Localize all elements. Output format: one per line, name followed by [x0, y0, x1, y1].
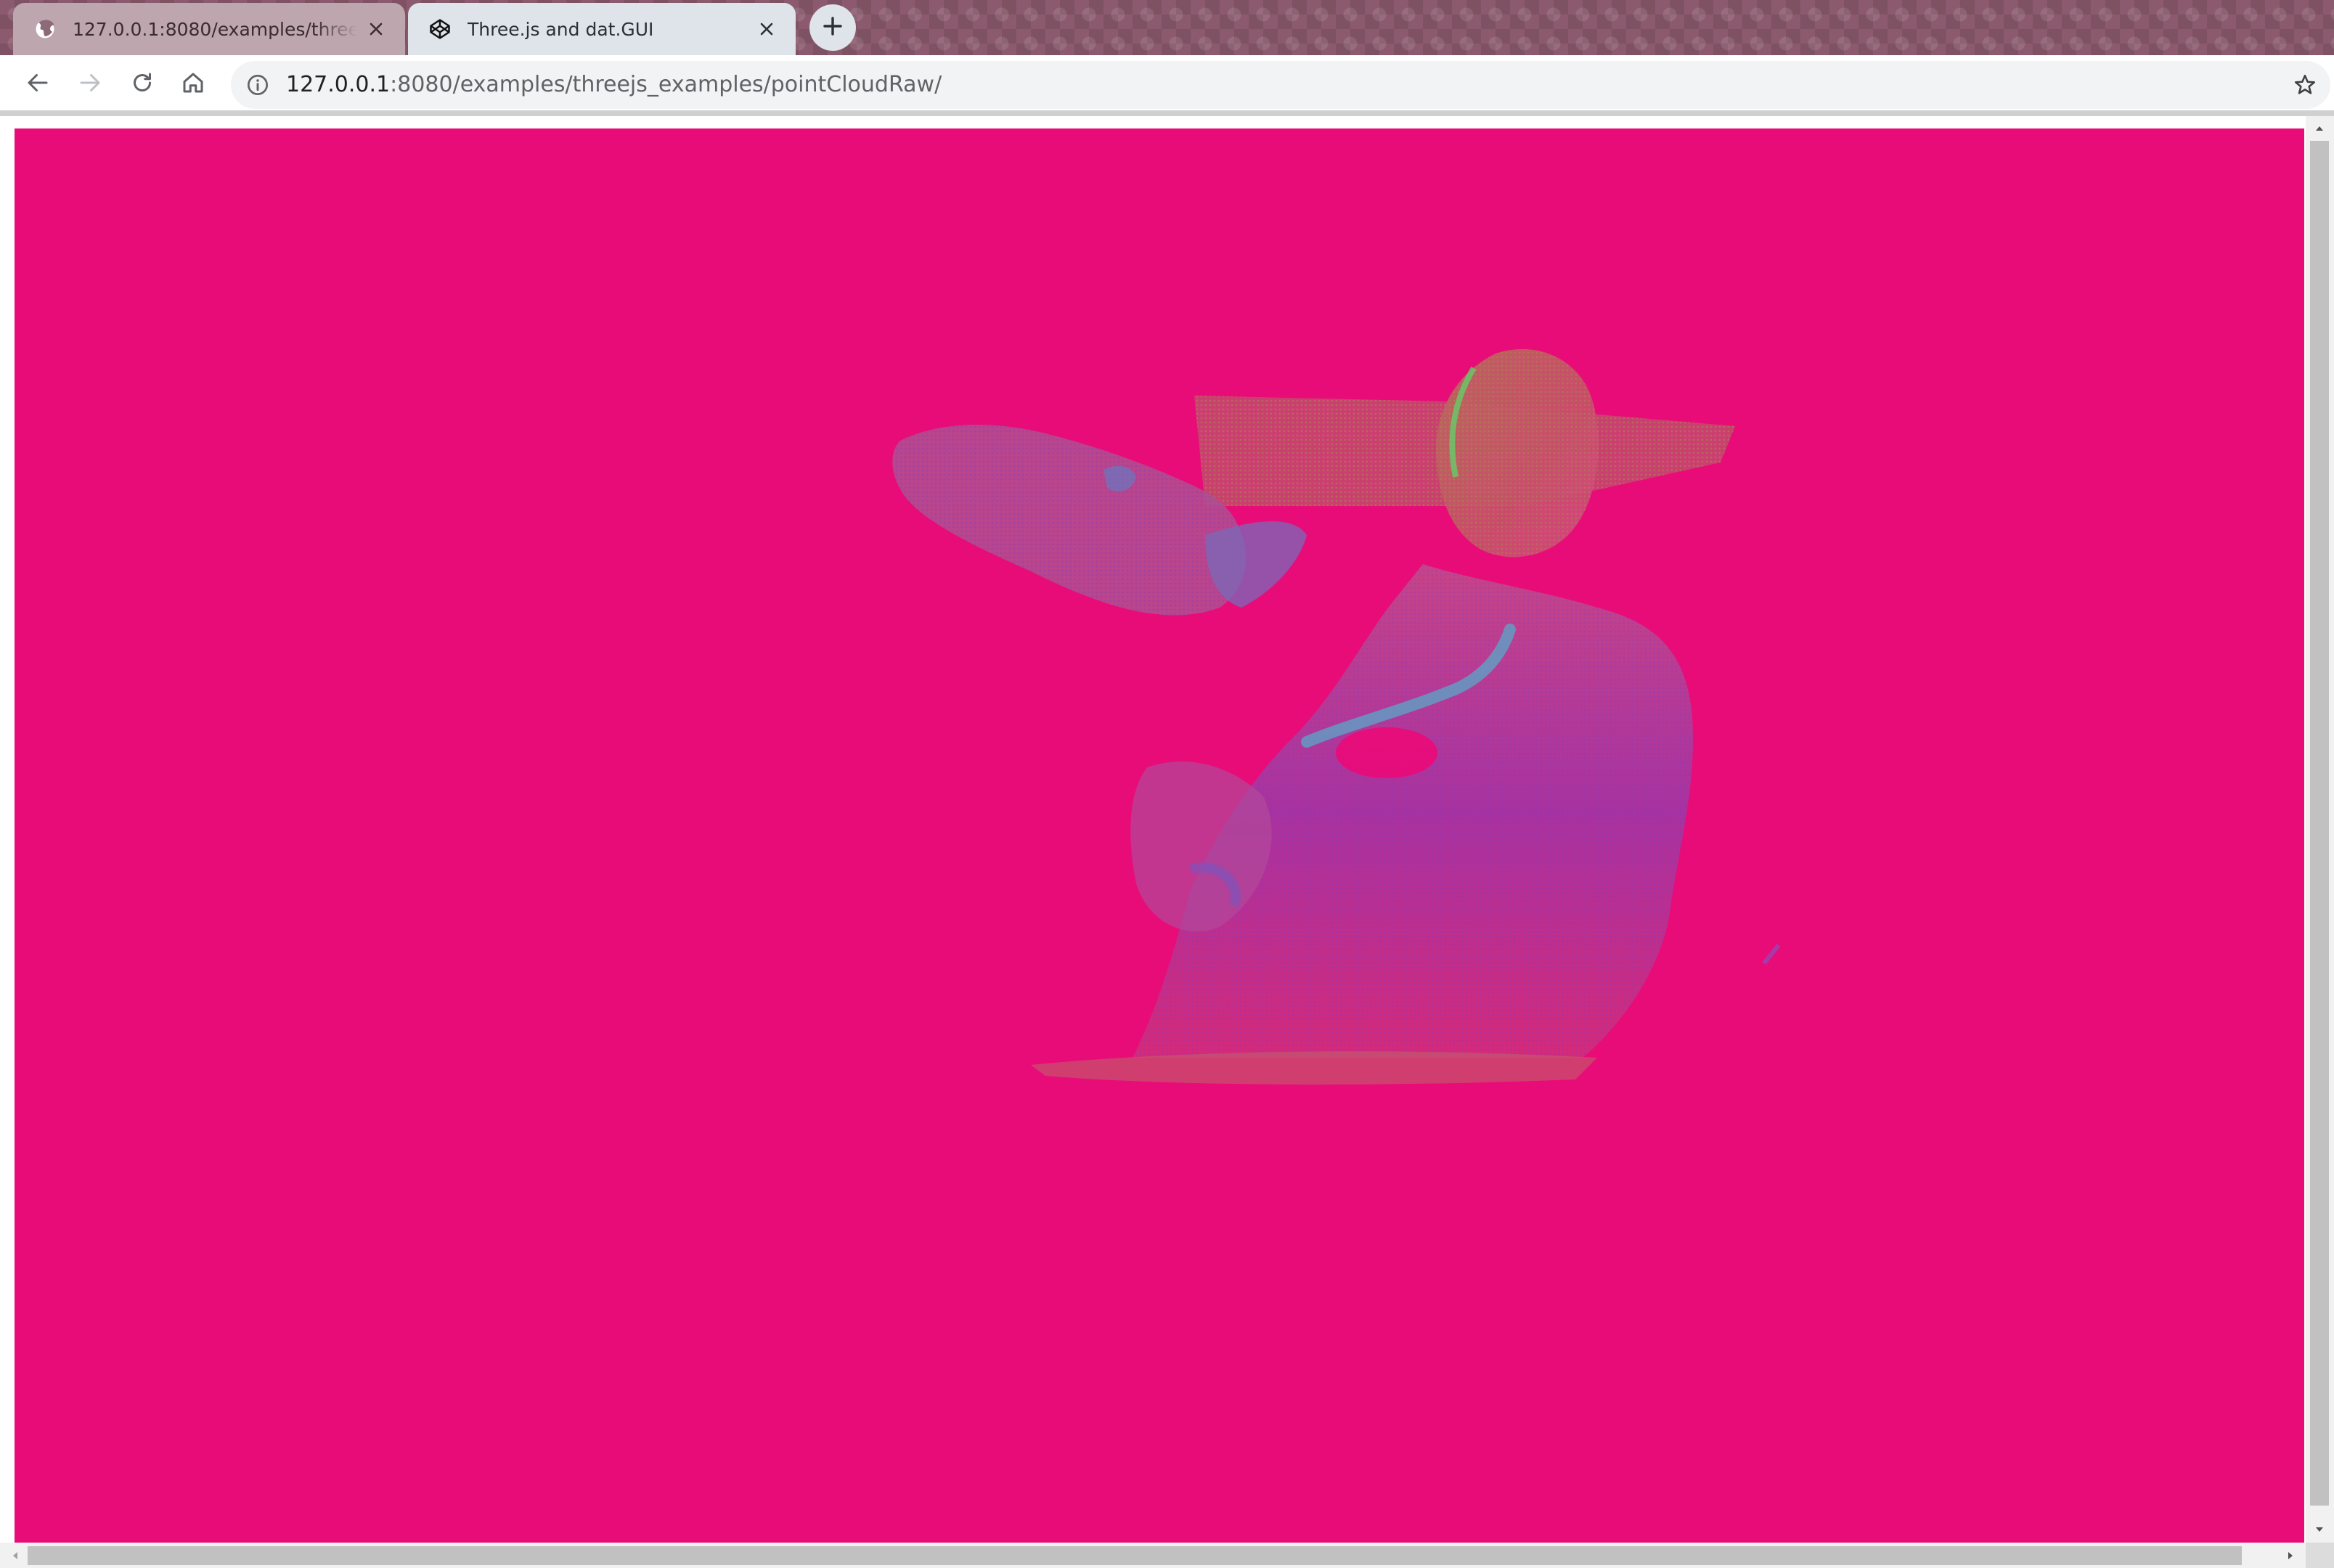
- url-text[interactable]: 127.0.0.1:8080/examples/threejs_examples…: [286, 61, 942, 109]
- tab-threejs-datgui[interactable]: Three.js and dat.GUI: [408, 3, 796, 55]
- url-host: 127.0.0.1: [286, 72, 391, 97]
- tab-pointcloud[interactable]: 127.0.0.1:8080/examples/threejs_examples…: [13, 3, 405, 55]
- address-bar[interactable]: 127.0.0.1:8080/examples/threejs_examples…: [231, 61, 2330, 109]
- vertical-scroll-thumb[interactable]: [2310, 141, 2329, 1506]
- scroll-right-icon[interactable]: [2280, 1545, 2301, 1567]
- scroll-down-icon[interactable]: [2309, 1519, 2330, 1540]
- horizontal-scrollbar[interactable]: [0, 1543, 2306, 1568]
- back-button[interactable]: [17, 64, 58, 105]
- tab-strip: 127.0.0.1:8080/examples/threejs_examples…: [0, 0, 2334, 55]
- tab-title: 127.0.0.1:8080/examples/threejs_examples…: [73, 18, 357, 40]
- arrow-right-icon: [77, 70, 103, 99]
- home-button[interactable]: [173, 64, 213, 105]
- close-icon[interactable]: [755, 17, 778, 41]
- threejs-canvas[interactable]: [15, 128, 2304, 1543]
- star-icon[interactable]: [2291, 71, 2319, 99]
- scroll-up-icon[interactable]: [2309, 118, 2330, 139]
- horizontal-scroll-thumb[interactable]: [28, 1546, 2242, 1565]
- tab-title: Three.js and dat.GUI: [468, 18, 654, 40]
- reload-button[interactable]: [122, 64, 163, 105]
- scroll-left-icon[interactable]: [4, 1545, 26, 1567]
- new-tab-button[interactable]: [809, 4, 856, 51]
- forward-button[interactable]: [70, 64, 110, 105]
- info-icon[interactable]: [245, 73, 270, 97]
- plus-icon: [822, 15, 844, 40]
- home-icon: [180, 70, 206, 99]
- scrollbar-corner: [2306, 1543, 2334, 1568]
- toolbar: 127.0.0.1:8080/examples/threejs_examples…: [0, 55, 2334, 115]
- toolbar-divider: [0, 110, 2334, 116]
- browser-window: 127.0.0.1:8080/examples/threejs_examples…: [0, 0, 2334, 1568]
- point-cloud-render: [892, 348, 1781, 1085]
- vertical-scrollbar[interactable]: [2306, 116, 2334, 1543]
- close-icon[interactable]: [364, 17, 388, 41]
- arrow-left-icon: [25, 70, 51, 99]
- globe-icon: [33, 17, 57, 41]
- reload-icon: [129, 70, 155, 99]
- codepen-icon: [428, 17, 452, 41]
- url-path: :8080/examples/threejs_examples/pointClo…: [390, 72, 942, 97]
